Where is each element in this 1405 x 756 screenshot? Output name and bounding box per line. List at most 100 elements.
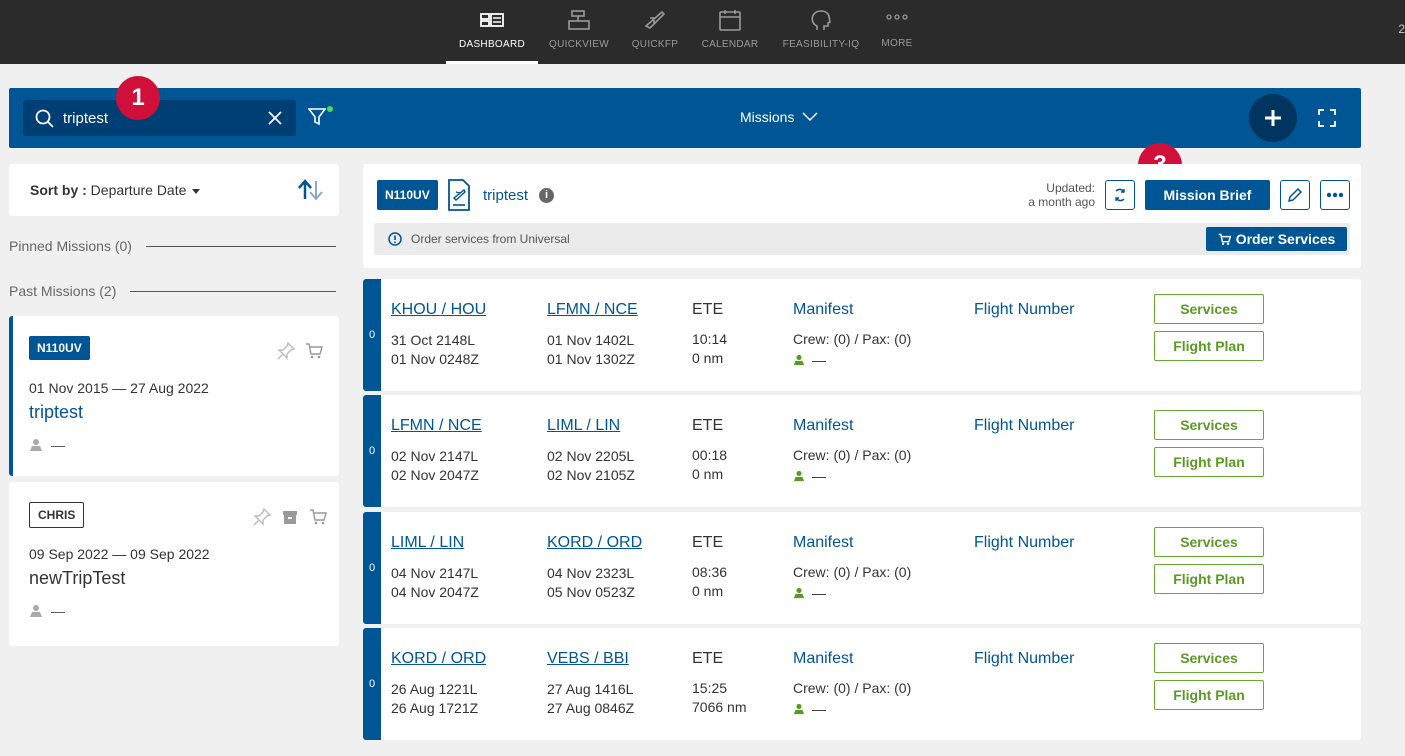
edit-button[interactable] — [1280, 180, 1310, 210]
manifest-link[interactable]: Manifest — [793, 650, 853, 668]
flight-plan-button[interactable]: Flight Plan — [1154, 564, 1264, 594]
dashboard-icon — [480, 13, 504, 27]
flight-number-link[interactable]: Flight Number — [974, 534, 1074, 552]
pic-value: — — [812, 468, 826, 484]
pic-value: — — [812, 701, 826, 717]
close-icon[interactable] — [268, 111, 282, 125]
mission-toolbar: Missions — [9, 88, 1361, 148]
nav-label: QUICKVIEW — [549, 39, 609, 50]
departure-airport-link[interactable]: LFMN / NCE — [391, 417, 482, 435]
arrival-airport-link[interactable]: KORD / ORD — [547, 534, 642, 552]
cart-icon[interactable] — [309, 508, 327, 526]
arrival-airport-link[interactable]: LFMN / NCE — [547, 301, 638, 319]
departure-utc-time: 26 Aug 1721Z — [391, 700, 479, 716]
updated-label: Updated: — [1046, 181, 1095, 195]
trip-card-triptest[interactable]: N110UV 01 Nov 2015 — 27 Aug 2022 triptes… — [9, 316, 339, 476]
trip-card-newtriptest[interactable]: CHRIS 09 Sep 2022 — 09 Sep 2022 newTripT… — [9, 482, 339, 646]
flight-number-link[interactable]: Flight Number — [974, 301, 1074, 319]
airport-icon — [568, 10, 590, 30]
leg-card: 0 LFMN / NCE 02 Nov 2147L 02 Nov 2047Z L… — [363, 395, 1361, 507]
pin-icon[interactable] — [253, 508, 271, 526]
missions-label: Missions — [740, 109, 795, 125]
trip-dates: 01 Nov 2015 — 27 Aug 2022 — [29, 380, 209, 396]
missions-dropdown[interactable]: Missions — [740, 109, 818, 125]
nav-more[interactable]: MORE — [878, 0, 916, 64]
trip-name[interactable]: newTripTest — [29, 568, 125, 589]
services-button[interactable]: Services — [1154, 527, 1264, 557]
manifest-link[interactable]: Manifest — [793, 417, 853, 435]
pic-value: — — [51, 603, 65, 619]
arrival-local-time: 02 Nov 2205L — [547, 448, 635, 464]
sort-direction-icon[interactable] — [297, 179, 325, 201]
pic-row: — — [793, 352, 826, 368]
flight-number-link[interactable]: Flight Number — [974, 417, 1074, 435]
crew-pax-count: Crew: (0) / Pax: (0) — [793, 447, 912, 463]
archive-icon[interactable] — [281, 508, 299, 526]
pic-value: — — [51, 437, 65, 453]
leg-card: 0 KHOU / HOU 31 Oct 2148L 01 Nov 0248Z L… — [363, 279, 1361, 391]
ete-label: ETE — [692, 650, 724, 667]
past-missions-label: Past Missions (2) — [9, 283, 117, 299]
departure-airport-link[interactable]: LIML / LIN — [391, 534, 464, 552]
add-mission-button[interactable] — [1249, 94, 1297, 142]
nav-feasibility-iq[interactable]: FEASIBILITY-IQ — [782, 0, 860, 64]
crew-pax-count: Crew: (0) / Pax: (0) — [793, 680, 912, 696]
flight-number-link[interactable]: Flight Number — [974, 650, 1074, 668]
callout-badge-1: 1 — [116, 76, 160, 120]
divider — [130, 290, 337, 292]
pic-value: — — [812, 585, 826, 601]
filter-icon[interactable] — [308, 108, 326, 126]
mission-header: N110UV triptest i Updated: a month ago M… — [363, 164, 1361, 268]
nav-label: FEASIBILITY-IQ — [782, 39, 860, 50]
flight-plan-button[interactable]: Flight Plan — [1154, 331, 1264, 361]
more-options-button[interactable] — [1320, 180, 1350, 210]
manifest-link[interactable]: Manifest — [793, 301, 853, 319]
trip-pic: — — [29, 437, 65, 453]
search-input[interactable] — [63, 106, 253, 130]
arrival-airport-link[interactable]: LIML / LIN — [547, 417, 620, 435]
cart-icon[interactable] — [305, 342, 323, 360]
mission-brief-button[interactable]: Mission Brief — [1145, 180, 1270, 210]
tail-number-tag: CHRIS — [29, 502, 85, 528]
arrival-utc-time: 01 Nov 1302Z — [547, 351, 635, 367]
services-button[interactable]: Services — [1154, 294, 1264, 324]
tail-number-tag: N110UV — [29, 336, 90, 360]
pin-icon[interactable] — [277, 342, 295, 360]
departure-airport-link[interactable]: KORD / ORD — [391, 650, 486, 668]
flight-document-icon — [448, 179, 470, 211]
ete-value: 00:18 — [692, 447, 728, 463]
nav-calendar[interactable]: CALENDAR — [700, 0, 760, 64]
info-icon[interactable]: i — [539, 188, 554, 203]
refresh-button[interactable] — [1105, 180, 1135, 210]
flight-plan-button[interactable]: Flight Plan — [1154, 447, 1264, 477]
pilot-icon — [30, 605, 42, 617]
mission-name[interactable]: triptest — [483, 187, 528, 204]
flight-plan-button[interactable]: Flight Plan — [1154, 680, 1264, 710]
caret-down-icon — [192, 188, 201, 194]
services-button[interactable]: Services — [1154, 410, 1264, 440]
leg-strip: 0 — [363, 628, 381, 740]
manifest-link[interactable]: Manifest — [793, 534, 853, 552]
tail-number-tag: N110UV — [377, 180, 438, 210]
departure-local-time: 26 Aug 1221L — [391, 681, 478, 697]
filter-active-dot — [327, 106, 333, 112]
pencil-icon — [1287, 187, 1303, 203]
info-circle-icon — [388, 232, 402, 246]
chevron-down-icon — [802, 112, 818, 122]
departure-airport-link[interactable]: KHOU / HOU — [391, 301, 486, 319]
arrival-airport-link[interactable]: VEBS / BBI — [547, 650, 629, 668]
trip-name[interactable]: triptest — [29, 402, 83, 423]
card-actions — [253, 508, 327, 526]
order-services-button[interactable]: Order Services — [1206, 227, 1347, 251]
nav-dashboard[interactable]: DASHBOARD — [446, 0, 538, 64]
nav-quickview[interactable]: QUICKVIEW — [549, 0, 609, 64]
pilot-icon — [30, 439, 42, 451]
distance-value: 7066 nm — [692, 699, 747, 715]
search-box — [23, 100, 296, 136]
sort-dropdown[interactable]: Sort by : Departure Date — [30, 182, 201, 198]
fullscreen-icon[interactable] — [1318, 109, 1336, 127]
nav-quickfp[interactable]: QUICKFP — [632, 0, 678, 64]
services-button[interactable]: Services — [1154, 643, 1264, 673]
nav-active-indicator — [446, 61, 538, 64]
departure-utc-time: 02 Nov 2047Z — [391, 467, 479, 483]
